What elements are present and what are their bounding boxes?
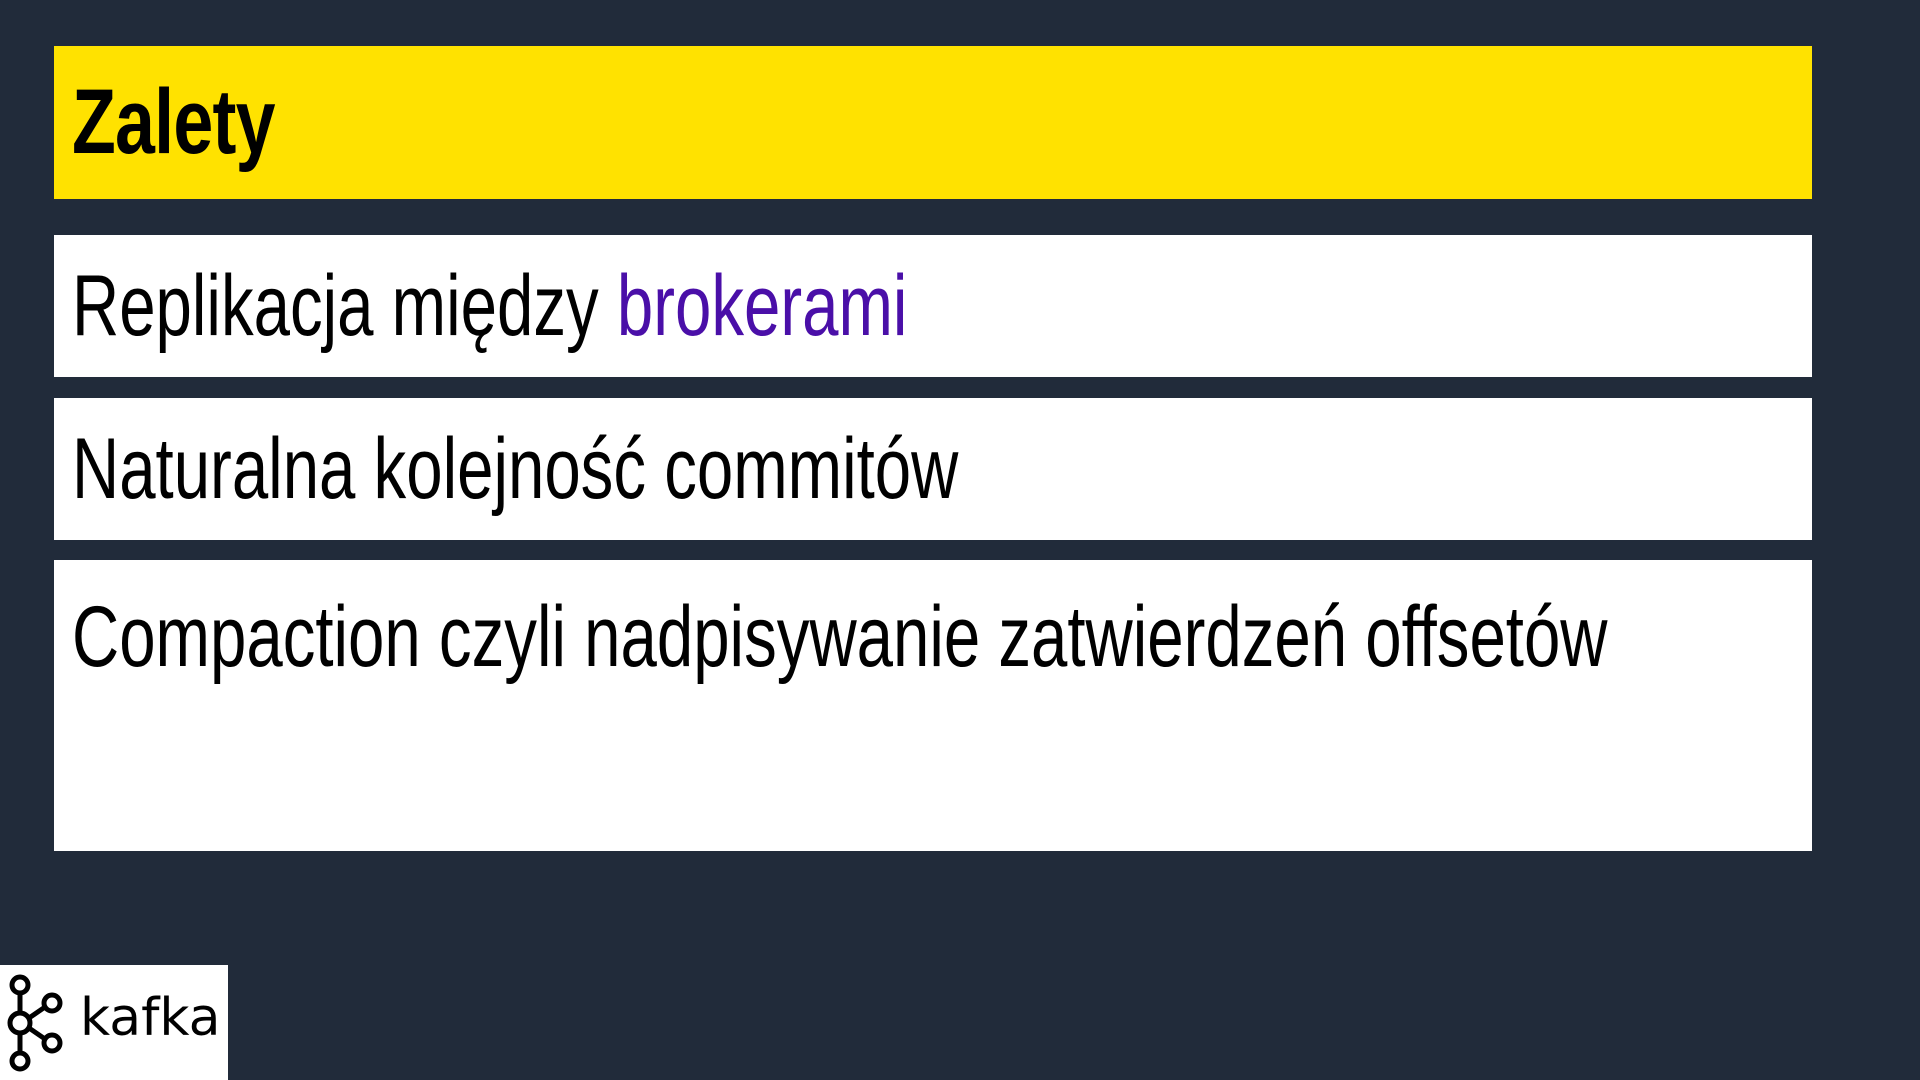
- slide-title: Zalety: [72, 71, 276, 173]
- bullet-item-replication: Replikacja między brokerami: [54, 235, 1812, 377]
- bullet-text: Naturalna kolejność commitów: [72, 421, 959, 517]
- slide-title-bar: Zalety: [54, 46, 1812, 199]
- bullet-text: Compaction czyli nadpisywanie zatwierdze…: [72, 589, 1608, 685]
- bullet-text-main: Replikacja między: [72, 258, 617, 354]
- kafka-logo-text: kafka: [80, 988, 221, 1048]
- bullet-text-accent: brokerami: [616, 258, 908, 354]
- bullet-item-compaction: Compaction czyli nadpisywanie zatwierdze…: [54, 560, 1812, 851]
- kafka-logo-icon: [7, 974, 63, 1072]
- bullet-text: Replikacja między brokerami: [72, 235, 1394, 377]
- kafka-logo: kafka: [0, 965, 228, 1080]
- bullet-item-commit-order: Naturalna kolejność commitów: [54, 398, 1812, 540]
